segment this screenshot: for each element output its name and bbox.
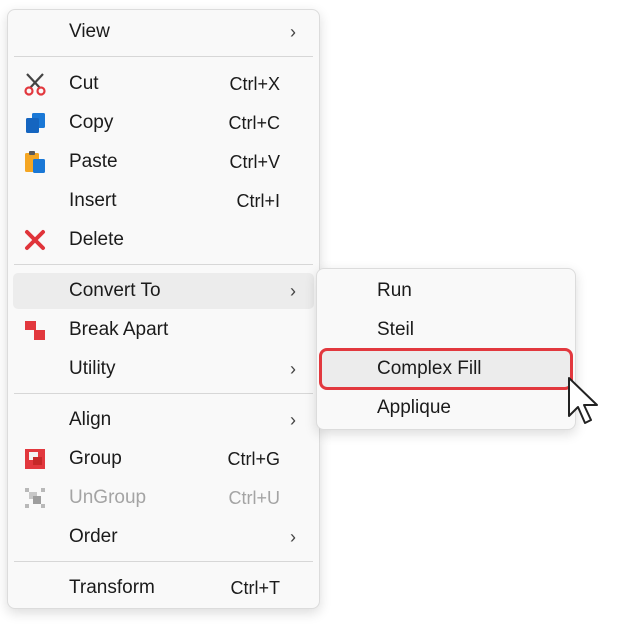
copy-icon bbox=[26, 113, 45, 133]
menu-separator bbox=[14, 393, 313, 394]
menu-item-label: Align bbox=[69, 409, 112, 430]
menu-item-order[interactable]: Order › bbox=[13, 519, 314, 555]
delete-x-icon bbox=[25, 230, 45, 250]
menu-item-label: Break Apart bbox=[69, 319, 169, 340]
menu-item-break-apart[interactable]: Break Apart bbox=[13, 312, 314, 348]
menu-item-shortcut: Ctrl+C bbox=[228, 113, 280, 133]
menu-item-delete[interactable]: Delete bbox=[13, 222, 314, 258]
menu-item-label: Copy bbox=[69, 112, 114, 133]
menu-item-insert[interactable]: Insert Ctrl+I bbox=[13, 183, 314, 219]
break-apart-icon bbox=[25, 321, 45, 340]
mouse-pointer-icon bbox=[568, 377, 598, 424]
menu-item-label: Insert bbox=[69, 190, 117, 211]
scissors-icon bbox=[24, 73, 46, 96]
menu-item-cut[interactable]: Cut Ctrl+X bbox=[13, 66, 314, 102]
menu-item-label: UnGroup bbox=[69, 487, 147, 508]
menu-separator bbox=[14, 264, 313, 265]
menu-item-label: View bbox=[69, 21, 110, 42]
menu-item-label: Convert To bbox=[69, 280, 161, 301]
menu-item-ungroup[interactable]: UnGroup Ctrl+U bbox=[13, 480, 314, 516]
submenu-item-run[interactable]: Run bbox=[322, 273, 570, 309]
menu-item-label: Cut bbox=[69, 73, 99, 94]
chevron-right-icon: › bbox=[290, 22, 296, 42]
menu-item-shortcut: Ctrl+U bbox=[228, 488, 280, 508]
chevron-right-icon: › bbox=[290, 359, 296, 379]
menu-item-shortcut: Ctrl+I bbox=[236, 191, 280, 211]
chevron-right-icon: › bbox=[290, 281, 296, 301]
ungroup-icon bbox=[25, 488, 45, 508]
chevron-right-icon: › bbox=[290, 410, 296, 430]
menu-item-label: Run bbox=[377, 280, 412, 301]
menu-item-align[interactable]: Align › bbox=[13, 402, 314, 438]
menu-item-copy[interactable]: Copy Ctrl+C bbox=[13, 105, 314, 141]
menu-separator bbox=[14, 56, 313, 57]
menu-item-label: Complex Fill bbox=[377, 358, 482, 379]
menu-item-utility[interactable]: Utility › bbox=[13, 351, 314, 387]
menu-item-group[interactable]: Group Ctrl+G bbox=[13, 441, 314, 477]
convert-to-submenu: Run Steil Complex Fill Applique bbox=[316, 268, 576, 430]
menu-item-convert-to[interactable]: Convert To › bbox=[13, 273, 314, 309]
menu-item-label: Order bbox=[69, 526, 118, 547]
menu-item-label: Delete bbox=[69, 229, 124, 250]
menu-item-label: Group bbox=[69, 448, 122, 469]
menu-item-label: Utility bbox=[69, 358, 116, 379]
submenu-item-complex-fill[interactable]: Complex Fill bbox=[319, 348, 573, 390]
menu-item-view[interactable]: View › bbox=[13, 14, 314, 50]
chevron-right-icon: › bbox=[290, 527, 296, 547]
menu-separator bbox=[14, 561, 313, 562]
submenu-item-applique[interactable]: Applique bbox=[322, 390, 570, 426]
menu-item-label: Paste bbox=[69, 151, 118, 172]
menu-item-transform[interactable]: Transform Ctrl+T bbox=[13, 570, 314, 606]
menu-item-label: Transform bbox=[69, 577, 155, 598]
menu-item-label: Steil bbox=[377, 319, 414, 340]
submenu-item-steil[interactable]: Steil bbox=[322, 312, 570, 348]
menu-item-shortcut: Ctrl+T bbox=[230, 578, 281, 598]
menu-item-shortcut: Ctrl+G bbox=[227, 449, 280, 469]
context-menu: View › Cut Ctrl+X Copy Ctrl+C Paste Ctrl… bbox=[7, 9, 320, 609]
menu-item-shortcut: Ctrl+X bbox=[229, 74, 280, 94]
menu-item-paste[interactable]: Paste Ctrl+V bbox=[13, 144, 314, 180]
group-icon bbox=[25, 449, 45, 469]
menu-item-shortcut: Ctrl+V bbox=[229, 152, 280, 172]
menu-item-label: Applique bbox=[377, 397, 451, 418]
paste-icon bbox=[25, 151, 45, 173]
